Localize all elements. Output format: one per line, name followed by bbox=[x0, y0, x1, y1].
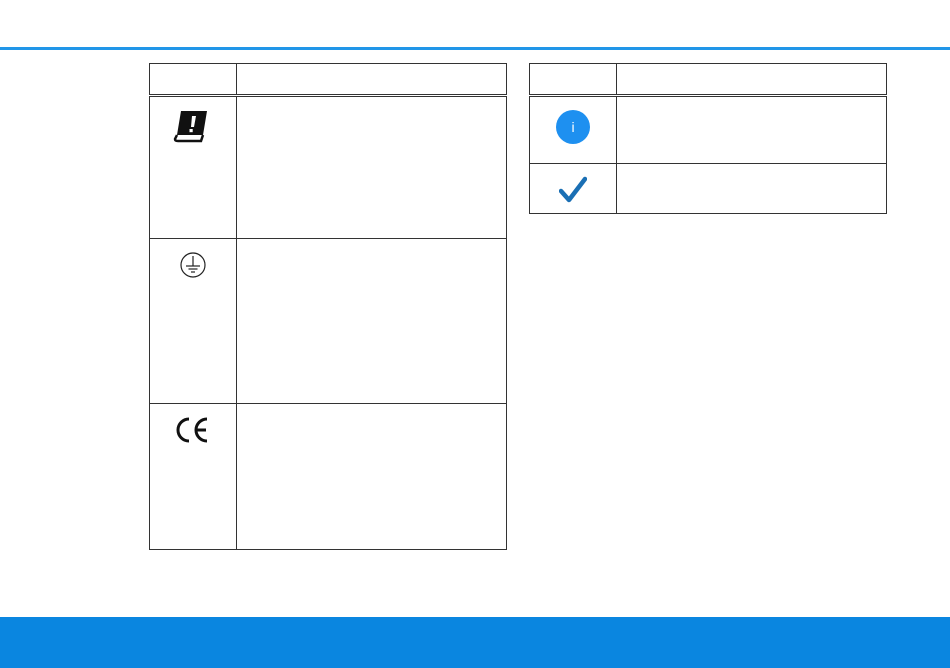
symbol-cell bbox=[149, 238, 237, 404]
table-row bbox=[149, 403, 507, 550]
description-cell bbox=[236, 403, 507, 550]
protective-earth-icon bbox=[179, 251, 207, 282]
description-cell bbox=[616, 95, 887, 164]
header-symbol-cell bbox=[149, 63, 237, 96]
table-header-row bbox=[149, 63, 507, 96]
header-description-cell bbox=[616, 63, 887, 96]
info-icon-letter: i bbox=[571, 119, 574, 135]
symbol-cell: i bbox=[529, 95, 617, 164]
symbol-table-left bbox=[149, 63, 507, 550]
symbol-cell bbox=[149, 95, 237, 239]
ce-mark-icon bbox=[174, 416, 212, 447]
description-cell bbox=[236, 238, 507, 404]
symbol-cell bbox=[529, 163, 617, 214]
info-icon: i bbox=[555, 109, 591, 148]
table-row: i bbox=[529, 95, 887, 164]
description-cell bbox=[236, 95, 507, 239]
checkmark-icon bbox=[558, 176, 588, 207]
table-row bbox=[149, 95, 507, 239]
table-header-row bbox=[529, 63, 887, 96]
header-description-cell bbox=[236, 63, 507, 96]
header-rule bbox=[0, 47, 950, 50]
description-cell bbox=[616, 163, 887, 214]
table-row bbox=[149, 238, 507, 404]
symbol-table-right: i bbox=[529, 63, 887, 214]
manual-warning-icon bbox=[173, 109, 213, 146]
symbol-cell bbox=[149, 403, 237, 550]
table-row bbox=[529, 163, 887, 214]
header-symbol-cell bbox=[529, 63, 617, 96]
footer-band bbox=[0, 617, 950, 668]
